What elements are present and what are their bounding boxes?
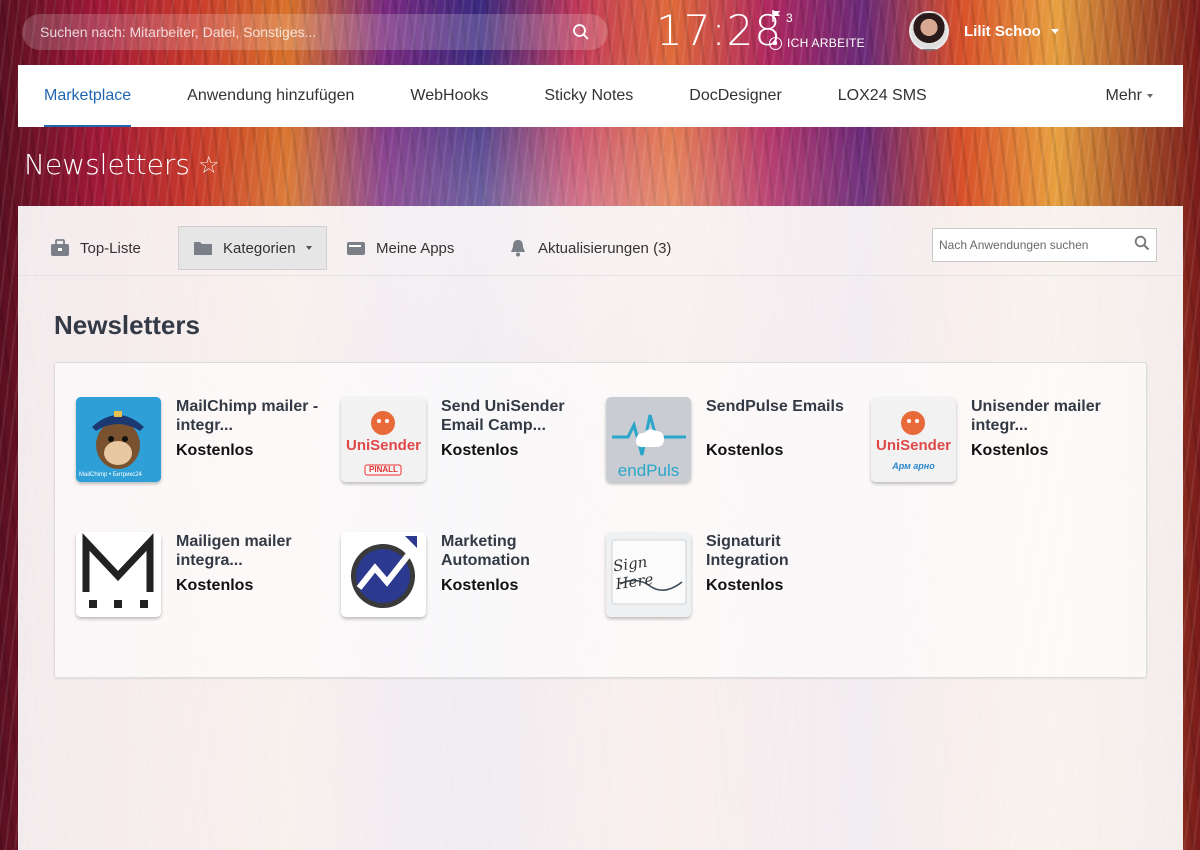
app-search[interactable] (932, 228, 1157, 262)
tab-top-list[interactable]: Top-Liste (50, 226, 141, 270)
app-card-send-unisender[interactable]: UniSender PINALL Send UniSender Email Ca… (341, 397, 591, 497)
top-nav: Marketplace Anwendung hinzufügen WebHook… (18, 65, 1183, 127)
nav-item-marketplace[interactable]: Marketplace (44, 65, 132, 127)
app-price: Kostenlos (706, 442, 784, 459)
app-card-unisender-mailer[interactable]: UniSender Арм арно Unisender mailer inte… (871, 397, 1121, 497)
section-title: Newsletters (54, 310, 200, 340)
unisender-logo[interactable]: UniSender PINALL (341, 397, 426, 482)
tab-my-apps-label: Meine Apps (376, 239, 455, 257)
chevron-down-icon (305, 246, 312, 250)
app-name[interactable]: Marketing Automation (441, 532, 596, 570)
app-card-mailchimp[interactable]: MailChimp • Битрикс24 MailChimp mailer -… (76, 397, 326, 497)
app-name[interactable]: SendPulse Emails (706, 397, 861, 416)
unisender-logo-sub: Арм арно (892, 461, 935, 471)
nav-more[interactable]: Mehr (1106, 65, 1153, 127)
app-price: Kostenlos (176, 442, 254, 459)
app-name[interactable]: Send UniSender Email Camp... (441, 397, 596, 435)
app-card-sendpulse[interactable]: endPuls SendPulse Emails Kostenlos (606, 397, 856, 497)
unisender-logo-text: UniSender (875, 437, 951, 454)
app-price: Kostenlos (176, 577, 254, 594)
page-title-text: Newsletters (24, 148, 190, 181)
nav-item-docdesigner[interactable]: DocDesigner (689, 65, 781, 127)
nav-item-webhooks[interactable]: WebHooks (410, 65, 488, 127)
chevron-down-icon (1050, 29, 1059, 34)
page-title: Newsletters ☆ (24, 148, 219, 181)
main-panel: Top-Liste Kategorien Meine Apps Aktualis… (18, 206, 1183, 850)
app-card-mailigen[interactable]: Mailigen mailer integra... Kostenlos (76, 532, 326, 632)
notifications-flag[interactable]: 3 (772, 10, 793, 25)
signaturit-logo[interactable]: Sign Here (606, 532, 691, 617)
chevron-down-icon (1147, 94, 1153, 98)
tab-my-apps[interactable]: Meine Apps (346, 226, 454, 270)
unisender-logo-sub: PINALL (369, 465, 398, 474)
star-icon[interactable]: ☆ (198, 151, 220, 179)
avatar[interactable] (909, 11, 949, 51)
app-name[interactable]: Unisender mailer integr... (971, 397, 1126, 435)
search-icon[interactable] (572, 23, 590, 41)
sendpulse-logo[interactable]: endPuls (606, 397, 691, 482)
app-name[interactable]: Mailigen mailer integra... (176, 532, 331, 570)
record-icon (769, 36, 782, 50)
app-price: Kostenlos (971, 442, 1049, 459)
mailigen-logo[interactable] (76, 532, 161, 617)
work-status-label: ICH ARBEITE (787, 36, 865, 50)
wallet-icon (346, 239, 366, 257)
app-price: Kostenlos (441, 442, 519, 459)
app-name[interactable]: Signaturit Integration (706, 532, 861, 570)
app-price: Kostenlos (441, 577, 519, 594)
bell-icon (508, 239, 528, 257)
mailchimp-logo-text: MailChimp • Битрикс24 (79, 472, 142, 478)
nav-item-add-app[interactable]: Anwendung hinzufügen (187, 65, 354, 127)
clock: 17:28 (656, 6, 783, 55)
flag-icon (772, 10, 782, 25)
unisender-logo-text: UniSender (345, 437, 421, 454)
apps-grid: MailChimp • Битрикс24 MailChimp mailer -… (54, 362, 1147, 678)
tab-top-list-label: Top-Liste (80, 239, 141, 257)
user-name: Lilit Schoo (964, 23, 1041, 40)
global-search[interactable] (22, 14, 608, 50)
tab-categories-label: Kategorien (223, 239, 296, 257)
app-price: Kostenlos (706, 577, 784, 594)
app-card-signaturit[interactable]: Sign Here Signaturit Integration Kostenl… (606, 532, 856, 632)
tab-updates[interactable]: Aktualisierungen (3) (508, 226, 671, 270)
unisender-logo[interactable]: UniSender Арм арно (871, 397, 956, 482)
nav-item-sticky-notes[interactable]: Sticky Notes (544, 65, 633, 127)
nav-item-lox24-sms[interactable]: LOX24 SMS (838, 65, 927, 127)
mailchimp-logo[interactable]: MailChimp • Битрикс24 (76, 397, 161, 482)
nav-more-label: Mehr (1105, 87, 1142, 104)
tab-categories[interactable]: Kategorien (178, 226, 327, 270)
user-menu[interactable]: Lilit Schoo (964, 23, 1059, 40)
work-status[interactable]: ICH ARBEITE (769, 36, 865, 50)
app-card-marketing-automation[interactable]: Marketing Automation Kostenlos (341, 532, 591, 632)
global-search-input[interactable] (40, 24, 572, 40)
briefcase-icon (50, 239, 70, 257)
marketplace-toolbar: Top-Liste Kategorien Meine Apps Aktualis… (18, 206, 1183, 276)
flag-count: 3 (786, 10, 793, 25)
app-name[interactable]: MailChimp mailer - integr... (176, 397, 331, 435)
search-icon[interactable] (1134, 235, 1150, 256)
folder-icon (193, 239, 213, 257)
app-search-input[interactable] (939, 238, 1134, 252)
sendpulse-logo-text: endPuls (617, 461, 680, 480)
marketing-automation-logo[interactable] (341, 532, 426, 617)
tab-updates-label: Aktualisierungen (3) (538, 239, 672, 257)
